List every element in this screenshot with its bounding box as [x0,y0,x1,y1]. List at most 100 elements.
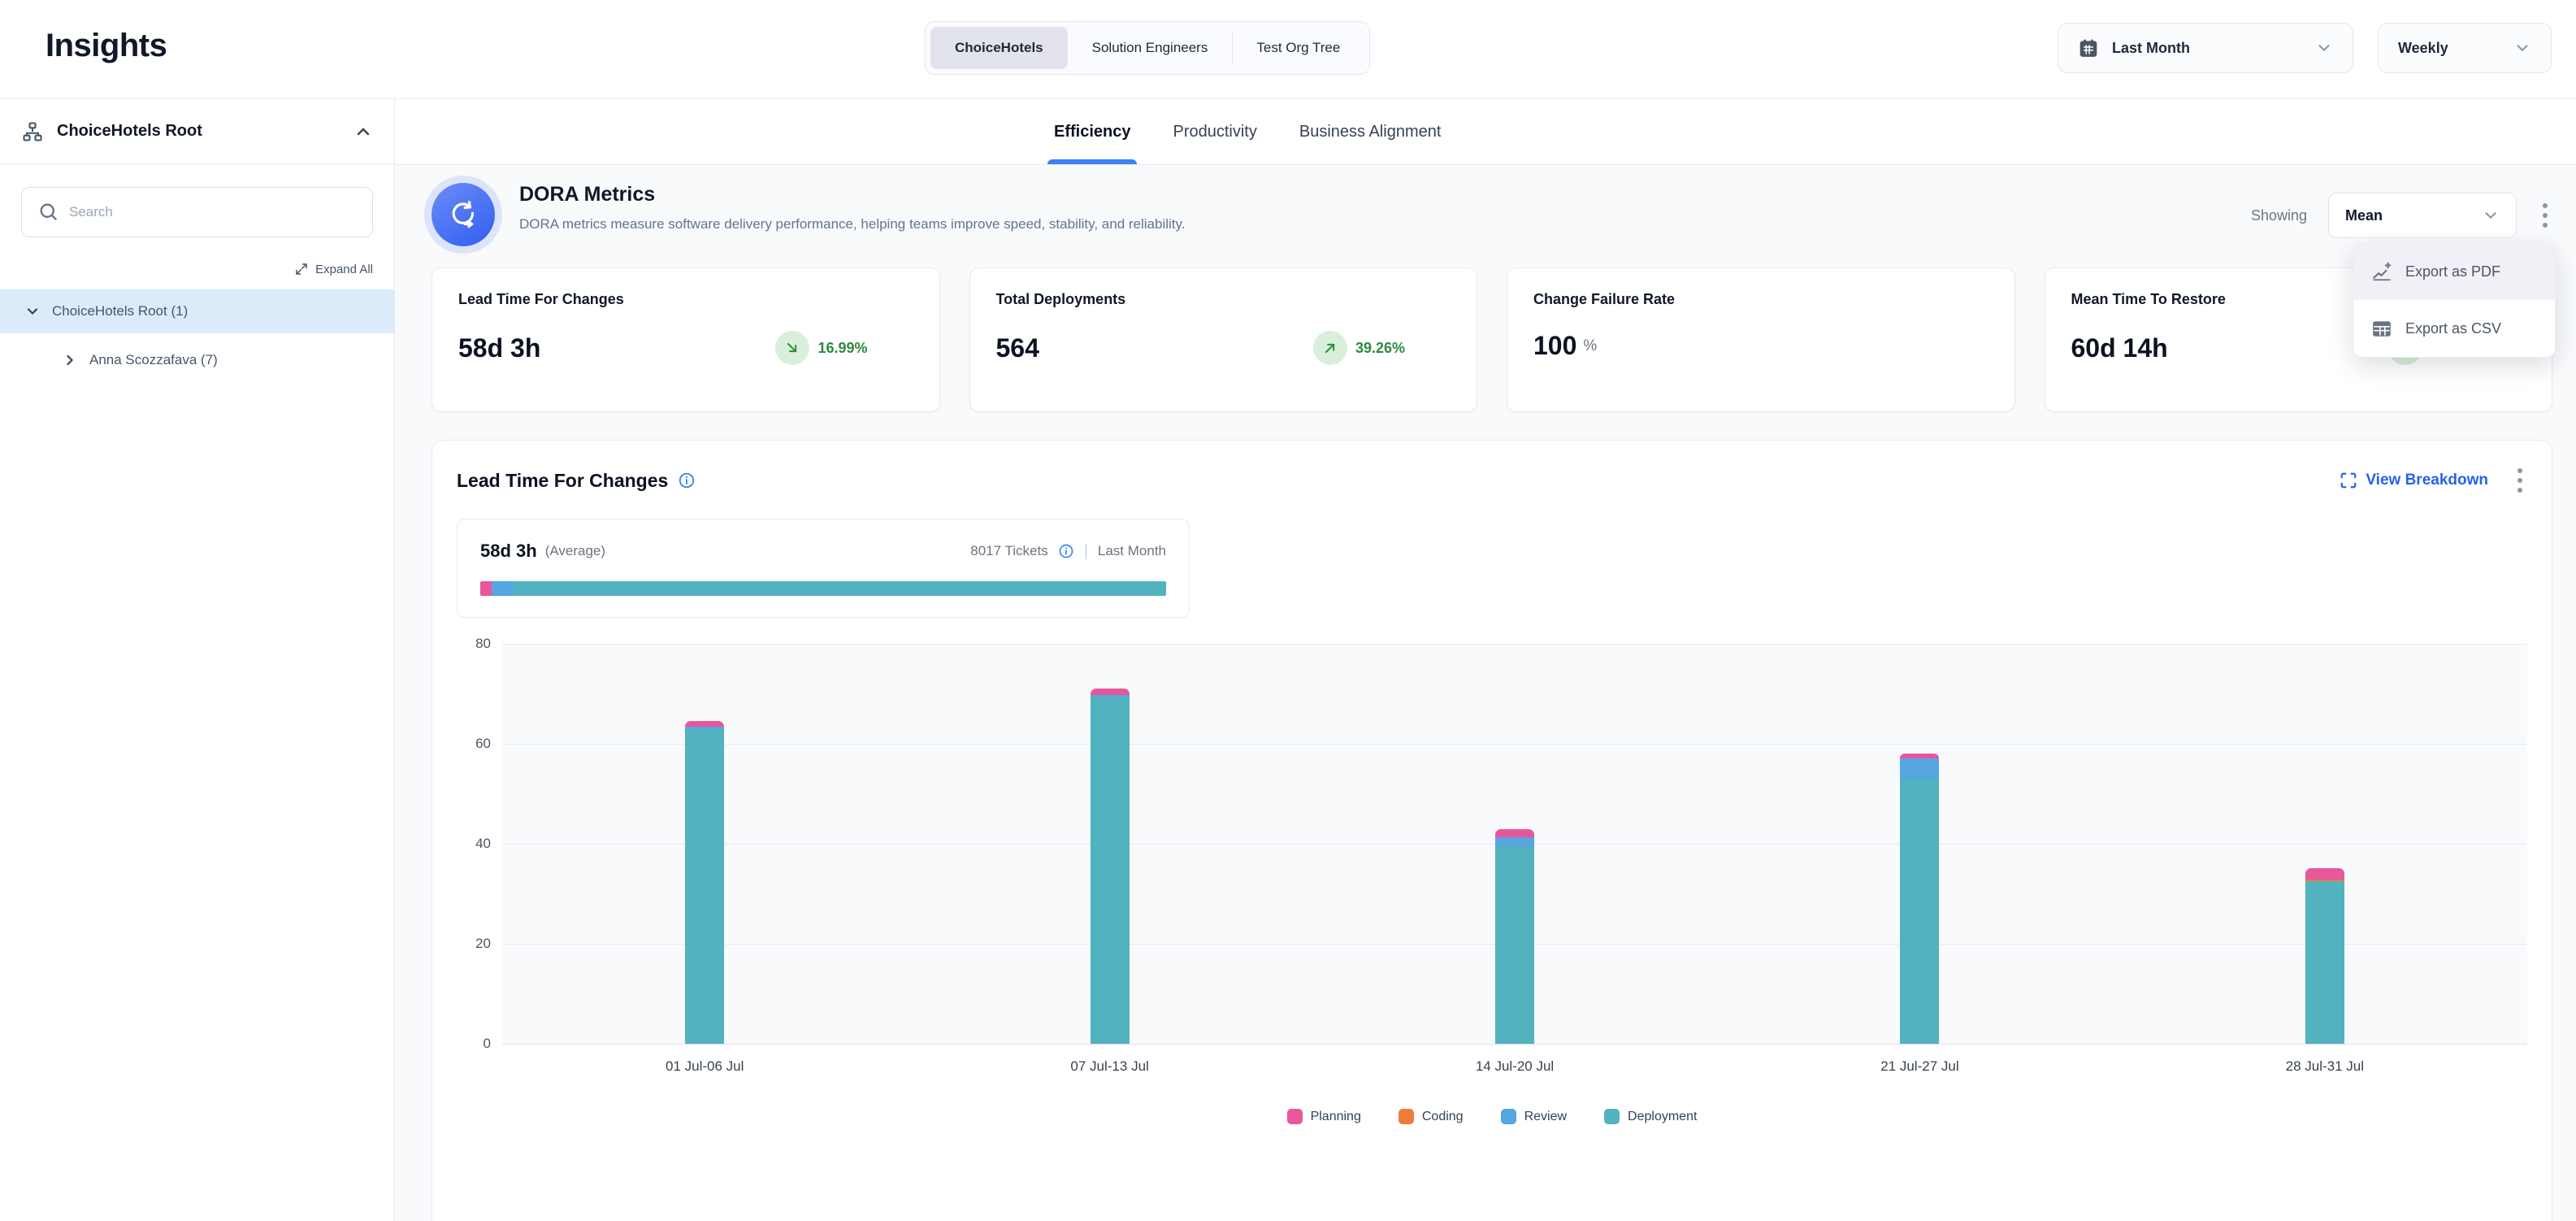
date-range-select[interactable]: Last Month [2058,23,2353,73]
sidebar-collapse-button[interactable] [353,122,373,141]
sidebar-search [21,187,373,237]
chart-plot [502,644,2527,1044]
tab-efficiency[interactable]: Efficiency [1054,99,1130,164]
dora-title: DORA Metrics [519,183,1186,206]
metric-card-value: 100 [1533,331,1576,361]
sidebar-header: ChoiceHotels Root [0,99,394,164]
legend-swatch [1501,1109,1516,1124]
stacked-bar[interactable] [1900,644,1939,1044]
chevron-right-icon[interactable] [62,352,78,368]
y-axis-tick-label: 0 [484,1036,491,1052]
top-right-controls: Last Month Weekly [2058,23,2552,73]
legend-item-coding[interactable]: Coding [1399,1109,1464,1124]
lead-time-chart: 020406080 [457,644,2527,1044]
bar-segment-planning[interactable] [2305,868,2344,880]
tab-business-alignment[interactable]: Business Alignment [1299,99,1442,164]
legend-label: Planning [1311,1110,1361,1124]
metric-card-value: 564 [996,333,1039,363]
dora-header-right: Showing Mean [2251,193,2552,238]
org-sidebar: ChoiceHotels Root Expand All ChoiceHotel… [0,99,395,1221]
chart-bars [502,644,2527,1044]
insights-page: Insights ChoiceHotels Solution Engineers… [0,0,2576,1221]
stacked-bar[interactable] [1091,644,1130,1044]
chart-kebab-menu-button[interactable] [2513,463,2527,498]
bar-segment-deployment[interactable] [1900,779,1939,1044]
chart-xlabels: 01 Jul-06 Jul07 Jul-13 Jul14 Jul-20 Jul2… [502,1058,2527,1075]
bar-segment-deployment[interactable] [2305,881,2344,1044]
stacked-bar[interactable] [685,644,724,1044]
stacked-bar[interactable] [1495,644,1534,1044]
bar-segment-planning[interactable] [1495,829,1534,837]
tab-productivity[interactable]: Productivity [1173,99,1256,164]
legend-item-deployment[interactable]: Deployment [1604,1109,1697,1124]
bar-segment-deployment[interactable] [1495,846,1534,1044]
chevron-down-icon [2315,39,2333,57]
granularity-value: Weekly [2398,40,2448,57]
expand-all-button[interactable]: Expand All [21,262,373,276]
chart-card-title: Lead Time For Changes [457,470,668,492]
bar-segment-deployment[interactable] [1091,697,1130,1044]
org-tab-test-org-tree[interactable]: Test Org Tree [1232,27,1364,69]
bar-segment-deployment[interactable] [685,729,724,1044]
legend-swatch [1287,1109,1303,1124]
bar-segment-planning[interactable] [1091,689,1130,695]
org-tree: ChoiceHotels Root (1) Anna Scozzafava (7… [0,289,394,382]
stacked-bar[interactable] [2305,644,2344,1044]
trend-badge: 16.99% [775,331,867,365]
metric-card-value: 60d 14h [2071,333,2168,363]
top-bar: Insights ChoiceHotels Solution Engineers… [0,0,2576,99]
trend-down-arrow-icon [775,331,809,365]
trend-up-arrow-icon [1313,331,1347,365]
chevron-down-icon[interactable] [24,303,41,319]
y-axis-tick-label: 60 [475,736,491,752]
metric-cards-row: Lead Time For Changes 58d 3h 16.99% Tota… [432,267,2552,412]
legend-item-planning[interactable]: Planning [1287,1109,1361,1124]
x-axis-label: 07 Jul-13 Jul [907,1058,1312,1075]
menu-item-export-pdf[interactable]: Export as PDF [2353,243,2555,300]
view-breakdown-button[interactable]: View Breakdown [2340,471,2488,489]
legend-swatch [1604,1109,1620,1124]
trend-value: 16.99% [817,340,867,357]
legend-item-review[interactable]: Review [1501,1109,1567,1124]
section-tabs-row: Efficiency Productivity Business Alignme… [395,99,2576,165]
bar-segment-review[interactable] [1900,758,1939,779]
summary-value: 58d 3h [480,541,537,562]
bar-segment-review[interactable] [1495,837,1534,846]
bar-column [1717,644,2122,1044]
dora-header-text: DORA Metrics DORA metrics measure softwa… [519,181,1186,232]
chart-ylabels: 020406080 [457,644,502,1044]
metric-card-title: Total Deployments [996,291,1451,308]
granularity-select[interactable]: Weekly [2378,23,2552,73]
chart-card-title-row: Lead Time For Changes View Breakdown [457,463,2527,498]
chart-summary-card: 58d 3h (Average) 8017 Tickets | Last Mon… [457,519,1190,618]
bar-column [907,644,1312,1044]
x-axis-label: 21 Jul-27 Jul [1717,1058,2122,1075]
calendar-icon [2078,37,2099,59]
aggregation-select[interactable]: Mean [2328,193,2517,238]
legend-swatch [1399,1109,1414,1124]
bar-column [2123,644,2527,1044]
search-input[interactable] [21,187,373,237]
tree-item-root[interactable]: ChoiceHotels Root (1) [0,289,394,333]
y-axis-tick-label: 20 [475,936,491,952]
info-icon[interactable] [1058,543,1074,559]
summary-bar-segment-review [492,581,514,596]
x-axis-label: 28 Jul-31 Jul [2123,1058,2527,1075]
org-tab-solution-engineers[interactable]: Solution Engineers [1068,27,1233,69]
info-icon[interactable] [678,471,696,489]
dora-kebab-menu-button[interactable] [2538,198,2552,232]
tree-item-child[interactable]: Anna Scozzafava (7) [0,338,394,382]
menu-item-export-csv[interactable]: Export as CSV [2353,300,2555,357]
metric-card-total-deployments: Total Deployments 564 39.26% [969,267,1478,412]
org-tab-choicehotels[interactable]: ChoiceHotels [930,27,1068,69]
metric-card-title: Change Failure Rate [1533,291,1988,308]
showing-label: Showing [2251,207,2307,224]
legend-label: Deployment [1628,1110,1697,1124]
expand-diagonal-icon [294,262,309,276]
main-content: DORA Metrics DORA metrics measure softwa… [395,165,2576,1221]
bar-column [1312,644,1717,1044]
chart-line-plus-icon [2371,261,2392,282]
section-tabs: Efficiency Productivity Business Alignme… [1054,99,1441,164]
summary-period: Last Month [1098,543,1166,559]
y-axis-tick-label: 40 [475,836,491,852]
